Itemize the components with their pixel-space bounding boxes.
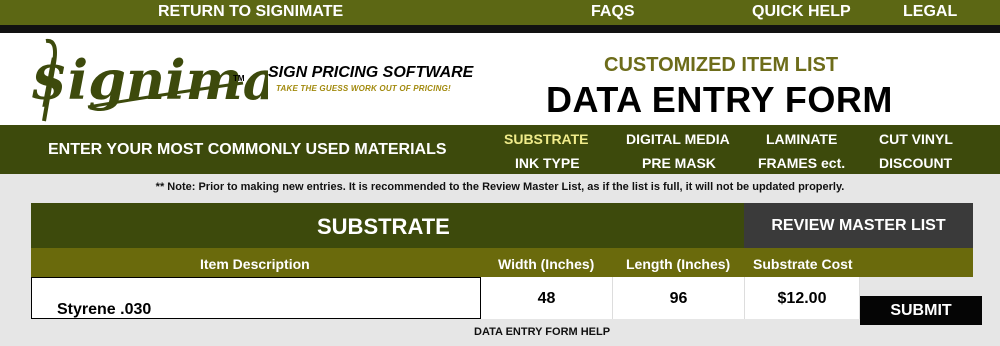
table-header: Item Description Width (Inches) Length (… (31, 248, 973, 277)
category-frames[interactable]: FRAMES ect. (758, 155, 845, 171)
note-text: ** Note: Prior to making new entries. It… (155, 181, 845, 193)
form-title: DATA ENTRY FORM (546, 79, 893, 120)
header-item-description: Item Description (200, 256, 310, 272)
category-discount[interactable]: DISCOUNT (879, 155, 952, 171)
return-to-signimate-link[interactable]: RETURN TO SIGNIMATE (158, 3, 343, 21)
form-subtitle: CUSTOMIZED ITEM LIST (604, 54, 839, 76)
submit-button[interactable]: SUBMIT (860, 296, 982, 325)
table-row: Styrene .030 48 96 $12.00 (31, 277, 860, 319)
length-field[interactable]: 96 (613, 277, 745, 319)
width-field[interactable]: 48 (481, 277, 613, 319)
header-width: Width (Inches) (498, 256, 595, 272)
signimate-logo: $ignimate TM (30, 38, 268, 122)
top-nav-bar: RETURN TO SIGNIMATE FAQS QUICK HELP LEGA… (0, 0, 1000, 25)
page-header: $ignimate TM SIGN PRICING SOFTWARE TAKE … (0, 33, 1000, 125)
substrate-cost-field[interactable]: $12.00 (745, 277, 860, 319)
legal-link[interactable]: LEGAL (903, 3, 957, 21)
review-master-list-button[interactable]: REVIEW MASTER LIST (744, 203, 973, 248)
quick-help-link[interactable]: QUICK HELP (752, 3, 851, 21)
data-entry-help-link[interactable]: DATA ENTRY FORM HELP (474, 326, 610, 338)
header-substrate-cost: Substrate Cost (753, 256, 853, 272)
category-laminate[interactable]: LAMINATE (766, 131, 837, 147)
section-title-bar: SUBSTRATE (31, 203, 744, 248)
category-bar: ENTER YOUR MOST COMMONLY USED MATERIALS … (0, 125, 1000, 174)
tagline: SIGN PRICING SOFTWARE (268, 64, 474, 81)
section-title: SUBSTRATE (317, 214, 450, 239)
header-length: Length (Inches) (626, 256, 731, 272)
category-ink-type[interactable]: INK TYPE (515, 155, 580, 171)
subtagline: TAKE THE GUESS WORK OUT OF PRICING! (276, 84, 451, 93)
category-digital-media[interactable]: DIGITAL MEDIA (626, 131, 730, 147)
faqs-link[interactable]: FAQS (591, 3, 635, 21)
category-pre-mask[interactable]: PRE MASK (642, 155, 716, 171)
category-prompt: ENTER YOUR MOST COMMONLY USED MATERIALS (48, 141, 447, 158)
category-substrate[interactable]: SUBSTRATE (504, 131, 589, 147)
divider (0, 25, 1000, 33)
category-cut-vinyl[interactable]: CUT VINYL (879, 131, 953, 147)
svg-text:TM: TM (233, 74, 245, 83)
item-description-field[interactable]: Styrene .030 (31, 277, 481, 319)
